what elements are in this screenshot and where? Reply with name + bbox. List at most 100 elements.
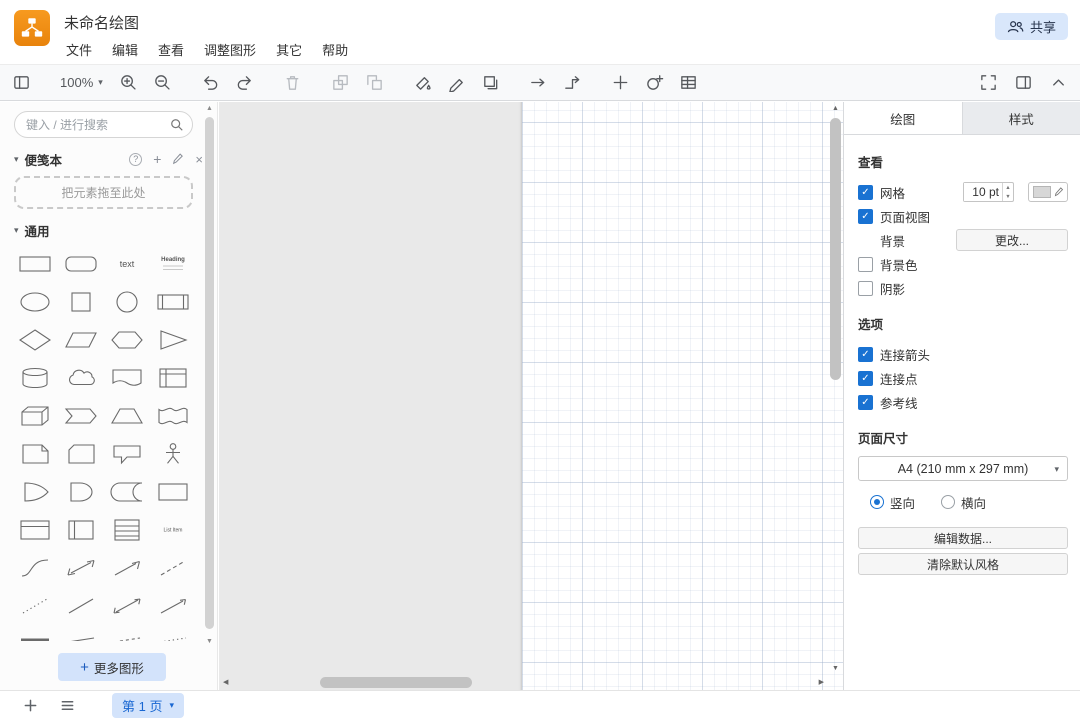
shape-arrow[interactable] [104,549,150,587]
shape-tape[interactable] [150,397,196,435]
shape-list[interactable] [104,511,150,549]
menu-extras[interactable]: 其它 [276,40,302,59]
insert-button[interactable] [611,73,630,92]
portrait-radio[interactable] [870,495,884,509]
insert-shape-button[interactable] [645,73,664,92]
menu-file[interactable]: 文件 [66,40,92,59]
scroll-right-icon[interactable]: ▶ [819,679,824,686]
shadow-checkbox[interactable] [858,281,873,296]
drawing-canvas[interactable]: ▲ ▼ ◀ ▶ [219,102,843,690]
shape-vertical-container[interactable] [58,511,104,549]
toggle-shapes-panel-button[interactable] [12,73,31,92]
background-color-checkbox[interactable] [858,257,873,272]
waypoint-style-button[interactable] [563,73,582,92]
zoom-out-button[interactable] [153,73,172,92]
connection-arrows-checkbox[interactable]: ✓ [858,347,873,362]
toggle-format-panel-button[interactable] [1014,73,1033,92]
scratchpad-help-icon[interactable]: ? [129,153,142,166]
scroll-up-icon[interactable]: ▲ [204,105,215,112]
shape-partial-3[interactable] [150,625,196,641]
drawing-page[interactable] [522,102,843,690]
share-button[interactable]: 共享 [995,13,1068,40]
zoom-dropdown[interactable]: 100% ▾ [60,75,103,90]
shape-list-item[interactable]: List Item [150,511,196,549]
document-title[interactable]: 未命名绘图 [64,12,139,33]
add-page-button[interactable] [22,698,38,713]
edit-data-button[interactable]: 编辑数据... [858,527,1068,549]
scratchpad-header[interactable]: ▾ 便笺本 ? + × [0,148,217,170]
shape-heading[interactable]: Heading [150,245,196,283]
pages-menu-button[interactable] [59,698,75,713]
shape-container[interactable] [150,473,196,511]
connection-points-checkbox[interactable]: ✓ [858,371,873,386]
sidebar-scrollbar-thumb[interactable] [205,117,214,629]
tab-style[interactable]: 样式 [962,102,1080,134]
shape-cloud[interactable] [58,359,104,397]
shape-callout[interactable] [104,435,150,473]
menu-arrange[interactable]: 调整图形 [204,40,256,59]
page-size-select[interactable]: A4 (210 mm x 297 mm) ▾ [858,456,1068,481]
undo-button[interactable] [201,73,220,92]
shape-data-storage[interactable] [104,473,150,511]
shape-bidirectional-arrow[interactable] [58,549,104,587]
shape-search-input[interactable] [15,112,192,137]
clear-default-style-button[interactable]: 清除默认风格 [858,553,1068,575]
shape-triangle[interactable] [150,321,196,359]
shape-document[interactable] [104,359,150,397]
shape-and[interactable] [58,473,104,511]
general-section-header[interactable]: ▾ 通用 [0,219,217,241]
shape-bidirectional-connector[interactable] [104,587,150,625]
guides-checkbox[interactable]: ✓ [858,395,873,410]
shape-process[interactable] [150,283,196,321]
canvas-vertical-scrollbar[interactable]: ▲ ▼ [828,102,843,675]
shape-or[interactable] [12,473,58,511]
redo-button[interactable] [235,73,254,92]
more-shapes-button[interactable]: + 更多图形 [58,653,166,681]
scratchpad-close-icon[interactable]: × [195,152,203,167]
shadow-button[interactable] [481,73,500,92]
shape-curve[interactable] [12,549,58,587]
insert-table-button[interactable] [679,73,698,92]
shape-link[interactable] [12,625,58,641]
scroll-up-icon[interactable]: ▲ [832,105,839,112]
shape-partial-2[interactable] [104,625,150,641]
scroll-down-icon[interactable]: ▼ [832,665,839,672]
zoom-in-button[interactable] [119,73,138,92]
scratchpad-add-icon[interactable]: + [153,151,161,167]
shape-card[interactable] [58,435,104,473]
shape-note[interactable] [12,435,58,473]
shape-trapezoid[interactable] [104,397,150,435]
shape-line[interactable] [58,587,104,625]
canvas-horizontal-scrollbar[interactable]: ◀ ▶ [219,675,828,690]
shape-directional-connector[interactable] [150,587,196,625]
menu-view[interactable]: 查看 [158,40,184,59]
menu-edit[interactable]: 编辑 [112,40,138,59]
shape-partial-1[interactable] [58,625,104,641]
fullscreen-button[interactable] [979,73,998,92]
shape-parallelogram[interactable] [58,321,104,359]
shape-cube[interactable] [12,397,58,435]
grid-checkbox[interactable]: ✓ [858,185,873,200]
scratchpad-edit-icon[interactable] [172,153,184,165]
grid-color-button[interactable] [1028,182,1068,202]
shape-rectangle[interactable] [12,245,58,283]
scratchpad-dropzone[interactable]: 把元素拖至此处 [14,176,193,209]
scroll-left-icon[interactable]: ◀ [223,679,228,686]
shape-internal-storage[interactable] [150,359,196,397]
line-color-button[interactable] [447,73,466,92]
menu-help[interactable]: 帮助 [322,40,348,59]
shape-dotted-line[interactable] [12,587,58,625]
connection-style-button[interactable] [529,73,548,92]
tab-diagram[interactable]: 绘图 [844,102,962,134]
landscape-radio-option[interactable]: 横向 [941,493,986,512]
shape-dashed-line[interactable] [150,549,196,587]
change-background-button[interactable]: 更改... [956,229,1068,251]
shape-ellipse[interactable] [12,283,58,321]
shape-diamond[interactable] [12,321,58,359]
collapse-toolbar-button[interactable] [1049,73,1068,92]
to-back-button[interactable] [365,73,384,92]
shape-text[interactable]: text [104,245,150,283]
grid-size-down-icon[interactable]: ▼ [1003,192,1013,201]
grid-size-input[interactable] [964,183,1002,201]
page-view-checkbox[interactable]: ✓ [858,209,873,224]
